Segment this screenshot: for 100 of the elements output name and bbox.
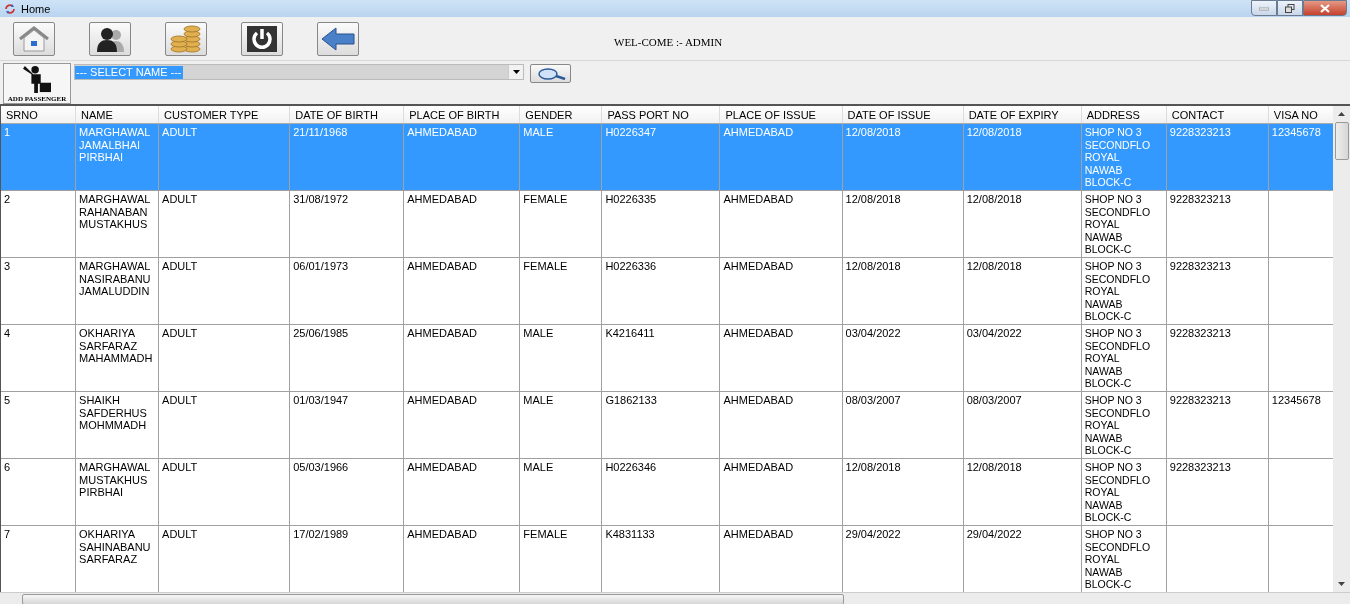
table-cell: 9228323213 — [1166, 123, 1269, 191]
table-cell: MARGHAWAL JAMALBHAI PIRBHAI — [75, 123, 159, 191]
table-row[interactable]: 7 OKHARIYA SAHINABANU SARFARAZ ADULT 17/02/1989 AHMEDABAD FEMALE K4831133 AHMEDABAD 29/04/2022 29/04/2022 SHOP NO 3 SECONDFLO ROYAL NAWAB BLOCK-C — [1, 525, 1333, 592]
column-header[interactable]: VISA NO — [1268, 106, 1333, 124]
table-cell: H0226335 — [601, 190, 720, 258]
table-cell: AHMEDABAD — [719, 190, 843, 258]
power-button[interactable] — [241, 21, 283, 56]
column-header[interactable]: SRNO — [1, 106, 76, 124]
table-cell: 25/06/1985 — [289, 324, 404, 392]
table-cell: MARGHAWAL RAHANABAN MUSTAKHUS — [75, 190, 159, 258]
table-cell: 12/08/2018 — [963, 123, 1082, 191]
column-header[interactable]: DATE OF EXPIRY — [963, 106, 1082, 124]
table-cell: 3 — [1, 257, 76, 325]
table-cell: 06/01/1973 — [289, 257, 404, 325]
table-cell: MALE — [519, 391, 602, 459]
table-cell: SHOP NO 3 SECONDFLO ROYAL NAWAB BLOCK-C — [1081, 458, 1167, 526]
table-cell: 9228323213 — [1166, 257, 1269, 325]
table-cell: SHAIKH SAFDERHUS MOHMMADH — [75, 391, 159, 459]
coins-icon — [170, 24, 202, 53]
table-cell: 21/11/1968 — [289, 123, 404, 191]
restore-button[interactable] — [1277, 0, 1303, 16]
coins-button[interactable] — [165, 21, 207, 56]
table-cell: 9228323213 — [1166, 458, 1269, 526]
column-header[interactable]: CONTACT — [1166, 106, 1269, 124]
table-cell: 03/04/2022 — [842, 324, 964, 392]
close-button[interactable] — [1303, 0, 1347, 16]
table-row[interactable]: 2 MARGHAWAL RAHANABAN MUSTAKHUS ADULT 31/08/1972 AHMEDABAD FEMALE H0226335 AHMEDABAD 12/08/2018 12/08/2018 SHOP NO 3 SECONDFLO ROYAL NAWAB BLOCK-C 9228323213 — [1, 190, 1333, 258]
table-cell: MALE — [519, 324, 602, 392]
column-header[interactable]: PLACE OF BIRTH — [403, 106, 520, 124]
column-header[interactable]: PASS PORT NO — [601, 106, 720, 124]
table-cell: MARGHAWAL MUSTAKHUS PIRBHAI — [75, 458, 159, 526]
table-row[interactable]: 5 SHAIKH SAFDERHUS MOHMMADH ADULT 01/03/1947 AHMEDABAD MALE G1862133 AHMEDABAD 08/03/2007 08/03/2007 SHOP NO 3 SECONDFLO ROYAL NAWAB BLOCK-C 9228323213 12345678 — [1, 391, 1333, 459]
table-cell: ADULT — [158, 324, 290, 392]
table-cell: FEMALE — [519, 257, 602, 325]
table-cell: ADULT — [158, 458, 290, 526]
home-button[interactable] — [13, 21, 55, 56]
table-cell: 6 — [1, 458, 76, 526]
table-cell: FEMALE — [519, 190, 602, 258]
column-header[interactable]: DATE OF ISSUE — [842, 106, 964, 124]
table-cell: 12/08/2018 — [842, 123, 964, 191]
table-cell: SHOP NO 3 SECONDFLO ROYAL NAWAB BLOCK-C — [1081, 324, 1167, 392]
table-row[interactable]: 6 MARGHAWAL MUSTAKHUS PIRBHAI ADULT 05/03/1966 AHMEDABAD MALE H0226346 AHMEDABAD 12/08/2018 12/08/2018 SHOP NO 3 SECONDFLO ROYAL NAWAB BLOCK-C 9228323213 — [1, 458, 1333, 526]
scroll-down-icon[interactable] — [1338, 582, 1345, 586]
table-cell: SHOP NO 3 SECONDFLO ROYAL NAWAB BLOCK-C — [1081, 257, 1167, 325]
table-cell: H0226336 — [601, 257, 720, 325]
table-cell: 2 — [1, 190, 76, 258]
column-header[interactable]: PLACE OF ISSUE — [719, 106, 843, 124]
vertical-scrollbar[interactable] — [1333, 106, 1350, 592]
back-button[interactable] — [317, 21, 359, 56]
column-header[interactable]: GENDER — [519, 106, 602, 124]
window-title: Home — [21, 2, 51, 15]
restore-icon — [1285, 3, 1295, 13]
table-cell: SHOP NO 3 SECONDFLO ROYAL NAWAB BLOCK-C — [1081, 123, 1167, 191]
table-row[interactable]: 3 MARGHAWAL NASIRABANU JAMALUDDIN ADULT 06/01/1973 AHMEDABAD FEMALE H0226336 AHMEDABAD 12/08/2018 12/08/2018 SHOP NO 3 SECONDFLO ROYAL NAWAB BLOCK-C 9228323213 — [1, 257, 1333, 325]
table-cell: AHMEDABAD — [719, 458, 843, 526]
table-cell: K4216411 — [601, 324, 720, 392]
horizontal-scrollbar[interactable] — [0, 592, 1350, 604]
table-cell: AHMEDABAD — [719, 257, 843, 325]
app-icon — [4, 2, 16, 15]
table-cell: MALE — [519, 458, 602, 526]
table-cell: AHMEDABAD — [403, 190, 520, 258]
scroll-up-icon[interactable] — [1338, 112, 1345, 116]
users-icon — [95, 25, 125, 52]
column-header[interactable]: CUSTOMER TYPE — [158, 106, 290, 124]
table-cell: MALE — [519, 123, 602, 191]
table-cell: ADULT — [158, 190, 290, 258]
table-cell: 12/08/2018 — [963, 257, 1082, 325]
table-cell: G1862133 — [601, 391, 720, 459]
scroll-thumb[interactable] — [1334, 122, 1349, 160]
table-cell: MARGHAWAL NASIRABANU JAMALUDDIN — [75, 257, 159, 325]
dropdown-arrow-icon — [512, 70, 520, 74]
table-cell: 9228323213 — [1166, 324, 1269, 392]
table-cell: 01/03/1947 — [289, 391, 404, 459]
power-icon — [246, 24, 278, 53]
traveller-icon — [20, 65, 54, 93]
scroll-thumb[interactable] — [22, 594, 844, 604]
table-cell: AHMEDABAD — [719, 123, 843, 191]
table-cell: SHOP NO 3 SECONDFLO ROYAL NAWAB BLOCK-C — [1081, 190, 1167, 258]
table-cell: 31/08/1972 — [289, 190, 404, 258]
column-header[interactable]: ADDRESS — [1081, 106, 1167, 124]
table-cell: AHMEDABAD — [719, 324, 843, 392]
table-cell: 9228323213 — [1166, 190, 1269, 258]
table-cell: 4 — [1, 324, 76, 392]
table-cell: ADULT — [158, 257, 290, 325]
table-cell: ADULT — [158, 391, 290, 459]
table-cell: SHOP NO 3 SECONDFLO ROYAL NAWAB BLOCK-C — [1081, 391, 1167, 459]
search-button[interactable] — [530, 64, 571, 83]
welcome-text: WEL-COME :- ADMIN — [614, 36, 723, 48]
column-header[interactable]: DATE OF BIRTH — [289, 106, 404, 124]
users-button[interactable] — [89, 21, 131, 56]
column-header[interactable]: NAME — [75, 106, 159, 124]
table-cell: H0226347 — [601, 123, 720, 191]
table-cell: 12/08/2018 — [842, 190, 964, 258]
table-cell: 5 — [1, 391, 76, 459]
table-cell: AHMEDABAD — [403, 257, 520, 325]
table-cell: 1 — [1, 123, 76, 191]
table-cell: H0226346 — [601, 458, 720, 526]
minimize-icon — [1259, 5, 1269, 11]
table-row[interactable]: 4 OKHARIYA SARFARAZ MAHAMMADH ADULT 25/06/1985 AHMEDABAD MALE K4216411 AHMEDABAD 03/04/2022 03/04/2022 SHOP NO 3 SECONDFLO ROYAL NAWAB BLOCK-C 9228323213 — [1, 324, 1333, 392]
minimize-button[interactable] — [1251, 0, 1277, 16]
